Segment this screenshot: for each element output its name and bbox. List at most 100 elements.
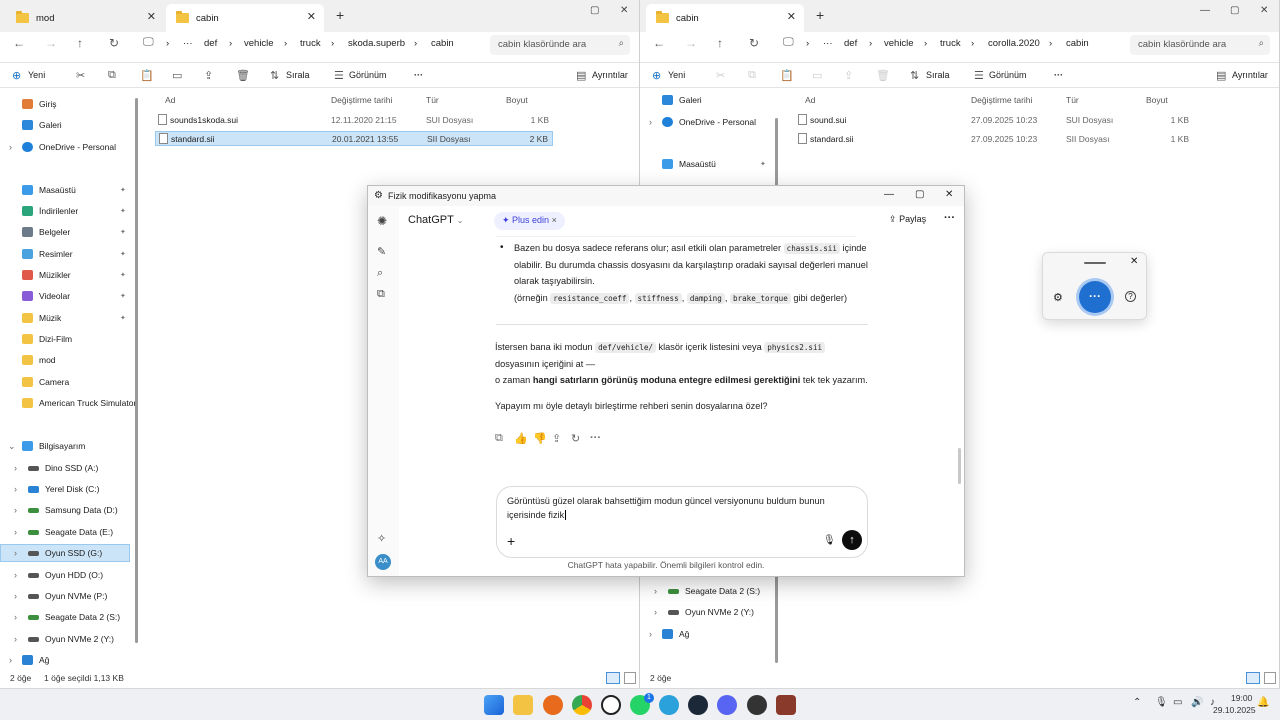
rename-icon[interactable]: ▭	[812, 69, 822, 82]
breadcrumb-item[interactable]: skoda.superb	[348, 38, 405, 49]
close-window-icon[interactable]: ✕	[620, 5, 628, 16]
new-tab-icon[interactable]: +	[336, 7, 344, 23]
new-chat-icon[interactable]: ✎	[377, 245, 386, 258]
firefox-icon[interactable]	[543, 695, 563, 715]
view-button[interactable]: Görünüm	[349, 70, 387, 80]
breadcrumb-item[interactable]: vehicle	[884, 38, 914, 49]
notification-icon[interactable]: 🔔	[1257, 697, 1269, 708]
close-icon[interactable]: ×	[552, 215, 557, 225]
chevron-right-icon[interactable]: ›	[14, 570, 17, 580]
share-icon[interactable]: ⇪	[844, 69, 853, 82]
tiles-view-icon[interactable]	[1264, 672, 1276, 684]
chevron-down-icon[interactable]: ⌄	[8, 441, 16, 452]
new-tab-icon[interactable]: +	[816, 7, 824, 23]
file-row[interactable]: sounds1skoda.sui 12.11.2020 21:15 SUI Do…	[155, 112, 553, 127]
column-header-date[interactable]: Değiştirme tarihi	[971, 95, 1032, 105]
cut-icon[interactable]: ✂	[716, 69, 725, 82]
delete-icon[interactable]: 🗑	[876, 69, 890, 82]
gear-icon[interactable]: ⚙	[1053, 291, 1063, 304]
chevron-right-icon[interactable]: ›	[14, 612, 17, 622]
tiles-view-icon[interactable]	[624, 672, 636, 684]
share-button[interactable]: ⇪ Paylaş	[889, 214, 926, 225]
breadcrumb-item[interactable]: truck	[940, 38, 961, 49]
nav-item-ats[interactable]: American Truck Simulator	[22, 398, 136, 408]
close-icon[interactable]: ✕	[1130, 256, 1138, 267]
chevron-right-icon[interactable]: ›	[9, 142, 12, 152]
delete-icon[interactable]: 🗑	[236, 69, 250, 82]
nav-item-network[interactable]: Ağ	[662, 629, 689, 639]
refresh-icon[interactable]: ↻	[109, 36, 119, 50]
cut-icon[interactable]: ✂	[76, 69, 85, 82]
close-window-icon[interactable]: ✕	[1260, 5, 1268, 16]
computer-icon[interactable]: 🖵	[143, 36, 154, 49]
maximize-icon[interactable]: ▢	[915, 189, 924, 200]
start-icon[interactable]	[484, 695, 504, 715]
sparkle-icon[interactable]: ✧	[377, 532, 386, 545]
nav-item-drive-y[interactable]: Oyun NVMe 2 (Y:)	[28, 634, 114, 644]
refresh-icon[interactable]: ↻	[749, 36, 759, 50]
more-icon[interactable]: ···	[590, 432, 601, 444]
nav-item-camera[interactable]: Camera	[22, 377, 69, 387]
search-box[interactable]: cabin klasöründe ara ⌕	[490, 35, 630, 55]
microphone-icon[interactable]: 🎙	[1155, 697, 1168, 708]
sort-button[interactable]: Sırala	[926, 70, 950, 80]
chatgpt-icon[interactable]	[601, 695, 621, 715]
details-view-icon[interactable]	[1246, 672, 1260, 684]
forward-icon[interactable]: →	[45, 36, 57, 50]
maximize-icon[interactable]: ▢	[1230, 5, 1239, 16]
column-header-date[interactable]: Değiştirme tarihi	[331, 95, 392, 105]
tab-mod[interactable]: mod ✕	[6, 4, 164, 32]
search-icon[interactable]: ⌕	[377, 267, 383, 280]
more-options-icon[interactable]: ···	[944, 212, 955, 224]
chevron-right-icon[interactable]: ›	[654, 607, 657, 617]
up-icon[interactable]: ↑	[77, 36, 83, 50]
overflow-icon[interactable]: ···	[183, 38, 193, 49]
breadcrumb-item[interactable]: truck	[300, 38, 321, 49]
share-icon[interactable]: ⇪	[204, 69, 213, 82]
more-icon[interactable]: ···	[414, 70, 423, 80]
nav-item-onedrive[interactable]: OneDrive - Personal	[22, 142, 116, 152]
discord-icon[interactable]	[717, 695, 737, 715]
nav-item-pictures[interactable]: Resimler	[22, 249, 73, 259]
breadcrumb-item[interactable]: cabin	[1066, 38, 1089, 49]
nav-item-network[interactable]: Ağ	[22, 655, 49, 665]
openai-logo-icon[interactable]: ✺	[377, 214, 387, 228]
view-button[interactable]: Görünüm	[989, 70, 1027, 80]
chevron-right-icon[interactable]: ›	[14, 591, 17, 601]
computer-icon[interactable]: 🖵	[783, 36, 794, 49]
details-button[interactable]: Ayrıntılar	[592, 70, 628, 80]
nav-item-drive-s[interactable]: Seagate Data 2 (S:)	[668, 586, 760, 596]
truck-simulator-icon[interactable]	[776, 695, 796, 715]
nav-item-downloads[interactable]: İndirilenler	[22, 206, 78, 216]
breadcrumb-item[interactable]: corolla.2020	[988, 38, 1040, 49]
nav-item-gallery[interactable]: Galeri	[22, 120, 62, 130]
composer-input-line-2[interactable]: içerisinde fizik	[507, 508, 569, 522]
column-header-type[interactable]: Tür	[1066, 95, 1079, 105]
new-button[interactable]: Yeni	[28, 70, 45, 80]
steam-icon[interactable]	[688, 695, 708, 715]
thumbs-up-icon[interactable]: 👍	[514, 432, 528, 445]
nav-item-this-pc[interactable]: Bilgisayarım	[22, 441, 85, 451]
nav-item-desktop[interactable]: Masaüstü	[662, 159, 716, 169]
more-icon[interactable]: ···	[1054, 70, 1063, 80]
nav-item-muzik[interactable]: Müzik	[22, 313, 61, 323]
app-icon[interactable]	[747, 695, 767, 715]
nav-item-onedrive[interactable]: OneDrive - Personal	[662, 117, 756, 127]
nav-item-desktop[interactable]: Masaüstü	[22, 185, 76, 195]
close-icon[interactable]: ✕	[945, 189, 953, 200]
forward-icon[interactable]: →	[685, 36, 697, 50]
chevron-right-icon[interactable]: ›	[14, 463, 17, 473]
minimize-icon[interactable]: —	[884, 189, 894, 200]
close-tab-icon[interactable]: ✕	[787, 10, 796, 23]
search-box[interactable]: cabin klasöründe ara ⌕	[1130, 35, 1270, 55]
column-header-name[interactable]: Ad	[165, 95, 175, 105]
file-row[interactable]: standard.sii 27.09.2025 10:23 SII Dosyas…	[795, 131, 1193, 146]
clock-time[interactable]: 19:00	[1231, 693, 1252, 703]
paste-icon[interactable]: 📋	[140, 69, 154, 82]
nav-item-drive-d[interactable]: Samsung Data (D:)	[28, 505, 118, 515]
chevron-right-icon[interactable]: ›	[14, 634, 17, 644]
nav-item-drive-a[interactable]: Dino SSD (A:)	[28, 463, 98, 473]
copy-icon[interactable]: ⧉	[495, 432, 503, 445]
breadcrumb-item[interactable]: vehicle	[244, 38, 274, 49]
microphone-icon[interactable]: 🎙	[823, 535, 836, 546]
